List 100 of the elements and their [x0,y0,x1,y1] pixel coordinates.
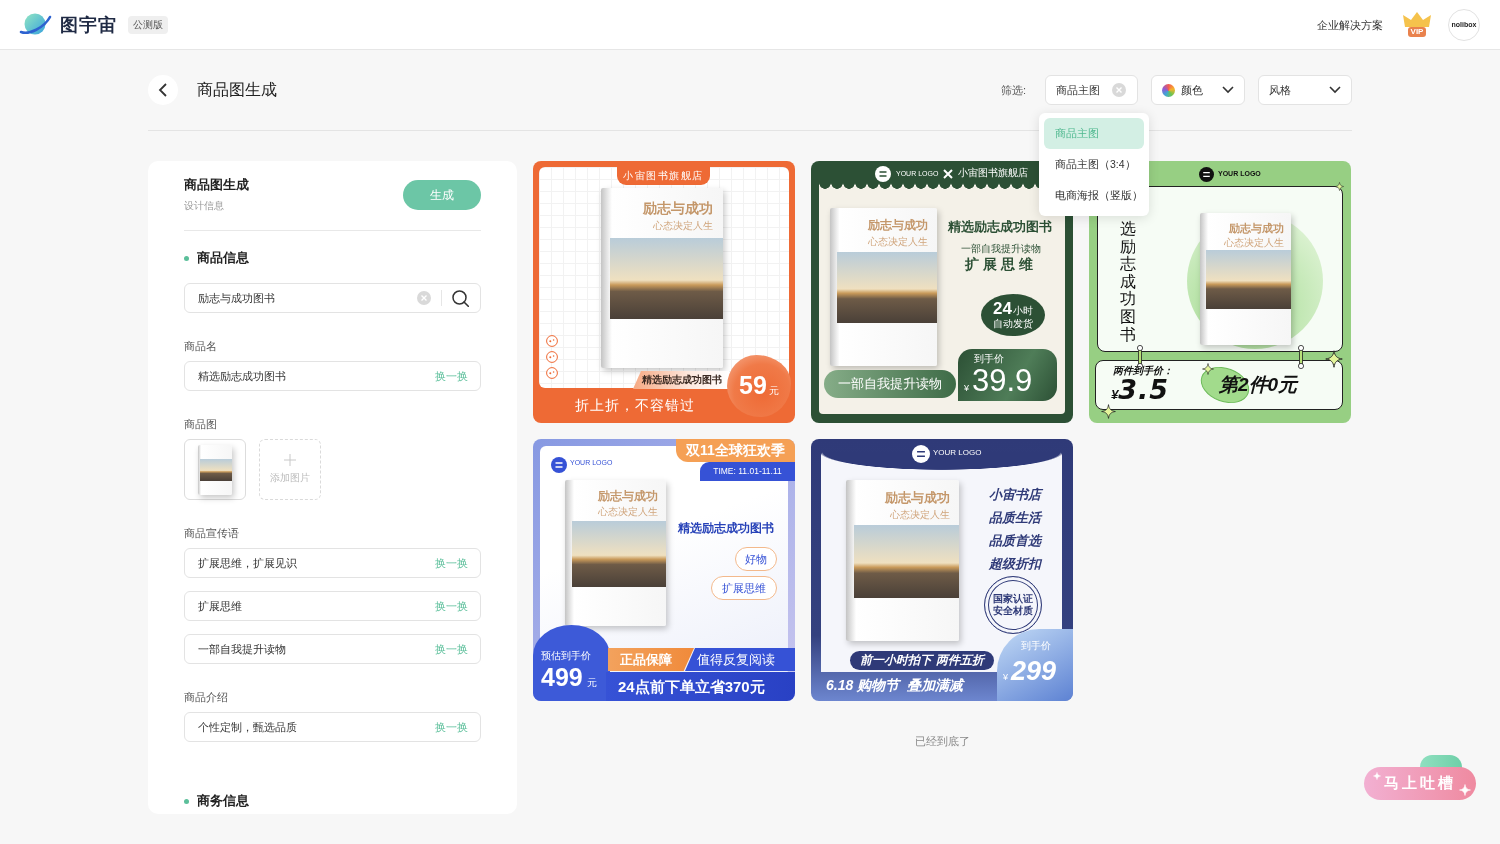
seal-text: 安全材质 [993,605,1033,617]
price-label: 预估到手价 [541,650,591,662]
book-drawing [198,444,232,495]
footer-slogan: 6.18 购物节 叠加满减 [826,677,963,694]
sparkle-icon [1202,363,1214,375]
text-field[interactable]: 个性定制，甄选品质 换一换 [184,712,481,742]
filter-dropdown[interactable]: 风格 [1258,75,1352,105]
book-title: 励志与成功 [868,219,929,233]
text-field[interactable]: 扩展思维 换一换 [184,591,481,621]
price-text: 3.5 [1118,376,1170,403]
hook-icon [1297,345,1305,369]
logo-icon [912,445,930,463]
plus-icon [284,454,296,466]
version-badge: 公测版 [128,15,168,34]
price-label: 两件到手价： [1113,365,1173,377]
chevron-left-icon [158,83,168,97]
book-subtitle: 心态决定人生 [868,236,929,248]
text-field[interactable]: 精选励志成功图书 换一换 [184,361,481,391]
sparkle-icon [1459,784,1471,796]
page-title: 商品图生成 [197,80,277,100]
poster-card[interactable]: 小宙图书旗舰店 励志与成功 心态决定人生 精选励志成功图书 59 元 折上折，不容错过 [533,161,795,423]
book-title: 励志与成功 [1228,222,1284,235]
seal-text: 国家认证 [993,593,1033,605]
price-text: 299 [1011,655,1057,687]
slogan-bar: 值得反复阅读 [685,648,795,671]
bubble-unit: 小时 [1012,305,1033,317]
end-note: 已经到底了 [913,734,971,748]
section-title: 商品信息 [197,250,249,266]
product-thumbnail[interactable] [184,439,246,500]
book-subtitle: 心态决定人生 [889,508,950,520]
search-field[interactable]: 励志与成功图书 [184,283,481,313]
enterprise-link[interactable]: 企业解决方案 [1317,17,1383,32]
text-field[interactable]: 扩展思维，扩展见识 换一换 [184,548,481,578]
field-label: 商品名 [184,339,218,353]
ring-icon [546,335,558,347]
price-label: 到手价 [974,353,1004,365]
footer-slogan: 折上折，不容错过 [575,397,695,414]
product-label: 精选励志成功图书 [633,371,729,389]
form-title: 商品图生成 [184,177,249,193]
vertical-title: 选励志成功图书 [1120,220,1136,344]
logo-icon [875,166,891,182]
logo-text: YOUR LOGO [933,448,982,458]
ring-icon [546,367,558,379]
filter-label: 筛选: [1000,82,1026,98]
highlight-text: 扩展思维 [965,257,1037,274]
feature-text: 品质生活 [989,510,1041,526]
bubble-number: 24 [993,300,1012,318]
bullet-icon [184,798,189,804]
back-button[interactable] [148,75,178,105]
book-subtitle: 心态决定人生 [1223,236,1284,248]
store-tab: 小宙图书旗舰店 [617,166,710,185]
field-label: 商品介绍 [184,690,229,704]
section-title: 商务信息 [197,793,249,809]
sparkle-icon [1325,350,1343,368]
tag-pill: 扩展思维 [711,576,777,600]
tag-pill: 好物 [735,547,777,571]
store-name: 小宙图书旗舰店 [958,167,1028,179]
footer-bar: 24点前下单立省370元 [606,672,795,701]
book-subtitle: 心态决定人生 [597,506,658,518]
logo-icon [551,457,567,473]
bullet-icon [184,255,189,261]
event-tab: 双11全球狂欢季 [676,439,795,462]
text-field[interactable]: 一部自我提升读物 换一换 [184,634,481,664]
sparkle-icon [1335,182,1344,191]
price-unit: 元 [768,385,779,397]
cross-icon [943,169,953,179]
search-icon[interactable] [452,289,469,307]
bubble-caption: 自动发货 [993,318,1033,330]
form-subtitle: 设计信息 [184,199,225,213]
price-text: 39.9 [972,363,1033,399]
poster-card[interactable]: YOUR LOGO 励志与成功 心态决定人生 小宙书店 品质生活 品质首选 超级折扣 国家认证 安全材质 前一小时拍下 两件五折 6.18 购物节 叠加满减 到手价 ¥299 [811,439,1073,701]
sparkle-icon [1101,404,1116,419]
chevron-down-icon [1222,86,1234,94]
tagline: 一部自我提升读物 [961,243,1041,255]
color-wheel-icon [1162,83,1175,97]
feature-text: 小宙书店 [989,487,1041,503]
time-tab: TIME: 11.01-11.11 [700,462,795,481]
logo-icon [1199,167,1214,182]
ring-icon [546,351,558,363]
field-label: 商品宣传语 [184,526,240,540]
slogan-pill: 一部自我提升读物 [824,370,956,398]
filter-dropdown[interactable]: 颜色 [1151,75,1245,105]
brand-name: 图宇宙 [60,13,117,36]
filter-dropdown[interactable]: 商品主图 [1045,75,1138,105]
chevron-down-icon [1329,86,1341,94]
currency-sign: ¥ [1111,387,1119,403]
feature-text: 超级折扣 [989,556,1041,572]
price-text: 59 [739,371,767,399]
book-title: 励志与成功 [643,200,714,217]
currency-sign: ¥ [1003,672,1008,683]
price-label: 到手价 [1021,640,1051,652]
sparkle-icon [1373,772,1381,780]
book-subtitle: 心态决定人生 [653,220,714,232]
headline: 精选励志成功图书 [678,521,774,536]
deal-pill: 前一小时拍下 两件五折 [850,651,994,670]
book-title: 励志与成功 [884,491,950,506]
field-label: 商品图 [184,417,218,431]
currency-sign: ¥ [964,383,969,394]
book-title: 励志与成功 [597,490,658,504]
guarantee-tag: 正品保障 [608,648,694,671]
